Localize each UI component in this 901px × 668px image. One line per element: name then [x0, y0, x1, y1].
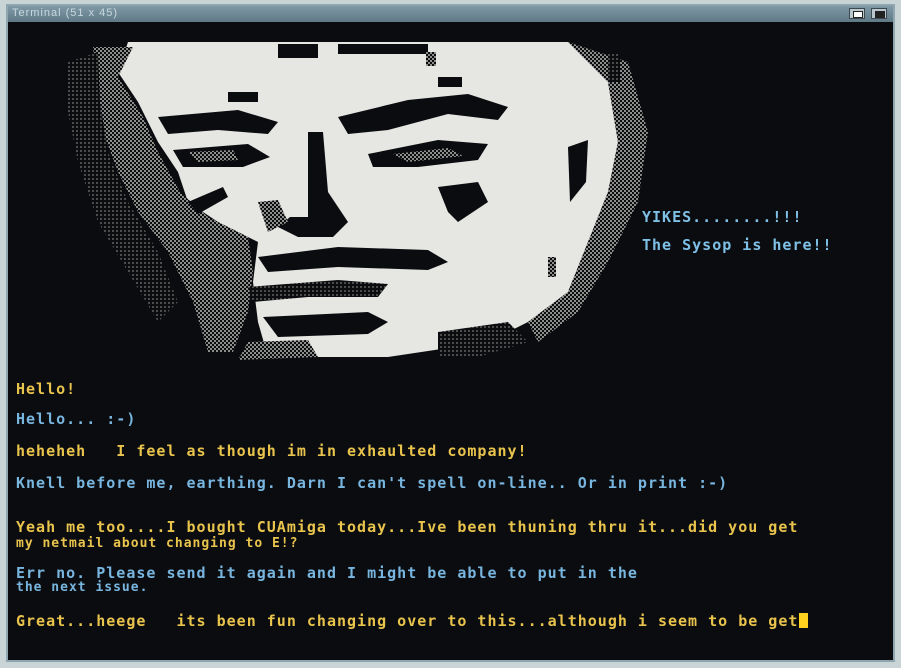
depth-icon	[853, 11, 863, 18]
chat-line: the next issue.	[16, 580, 149, 595]
chat-line: Hello!	[16, 380, 77, 398]
chat-line: Yeah me too....I bought CUAmiga today...…	[16, 518, 799, 536]
chat-line: heheheh I feel as though im in exhaulted…	[16, 442, 528, 460]
sysop-face-ansi-art	[68, 42, 648, 360]
window-title: Terminal (51 x 45)	[12, 7, 119, 19]
depth-gadget-button[interactable]	[849, 8, 865, 19]
terminal-screen[interactable]: YIKES........!!! The Sysop is here!! Hel…	[8, 22, 893, 660]
zoom-gadget-button[interactable]	[871, 8, 887, 19]
text-cursor	[799, 613, 809, 628]
input-line[interactable]: Great...heege its been fun changing over…	[16, 612, 809, 630]
input-line-text: Great...heege its been fun changing over…	[16, 612, 799, 630]
zoom-icon	[875, 11, 885, 18]
terminal-window: Terminal (51 x 45) YIKES........!!! The …	[6, 4, 895, 662]
chat-line: Knell before me, earthing. Darn I can't …	[16, 474, 729, 492]
title-bar[interactable]: Terminal (51 x 45)	[8, 6, 893, 22]
sysop-alert-line-1: YIKES........!!!	[642, 208, 803, 226]
sysop-alert-line-2: The Sysop is here!!	[642, 236, 833, 254]
chat-line: my netmail about changing to E!?	[16, 536, 299, 551]
chat-line: Hello... :-)	[16, 410, 137, 428]
